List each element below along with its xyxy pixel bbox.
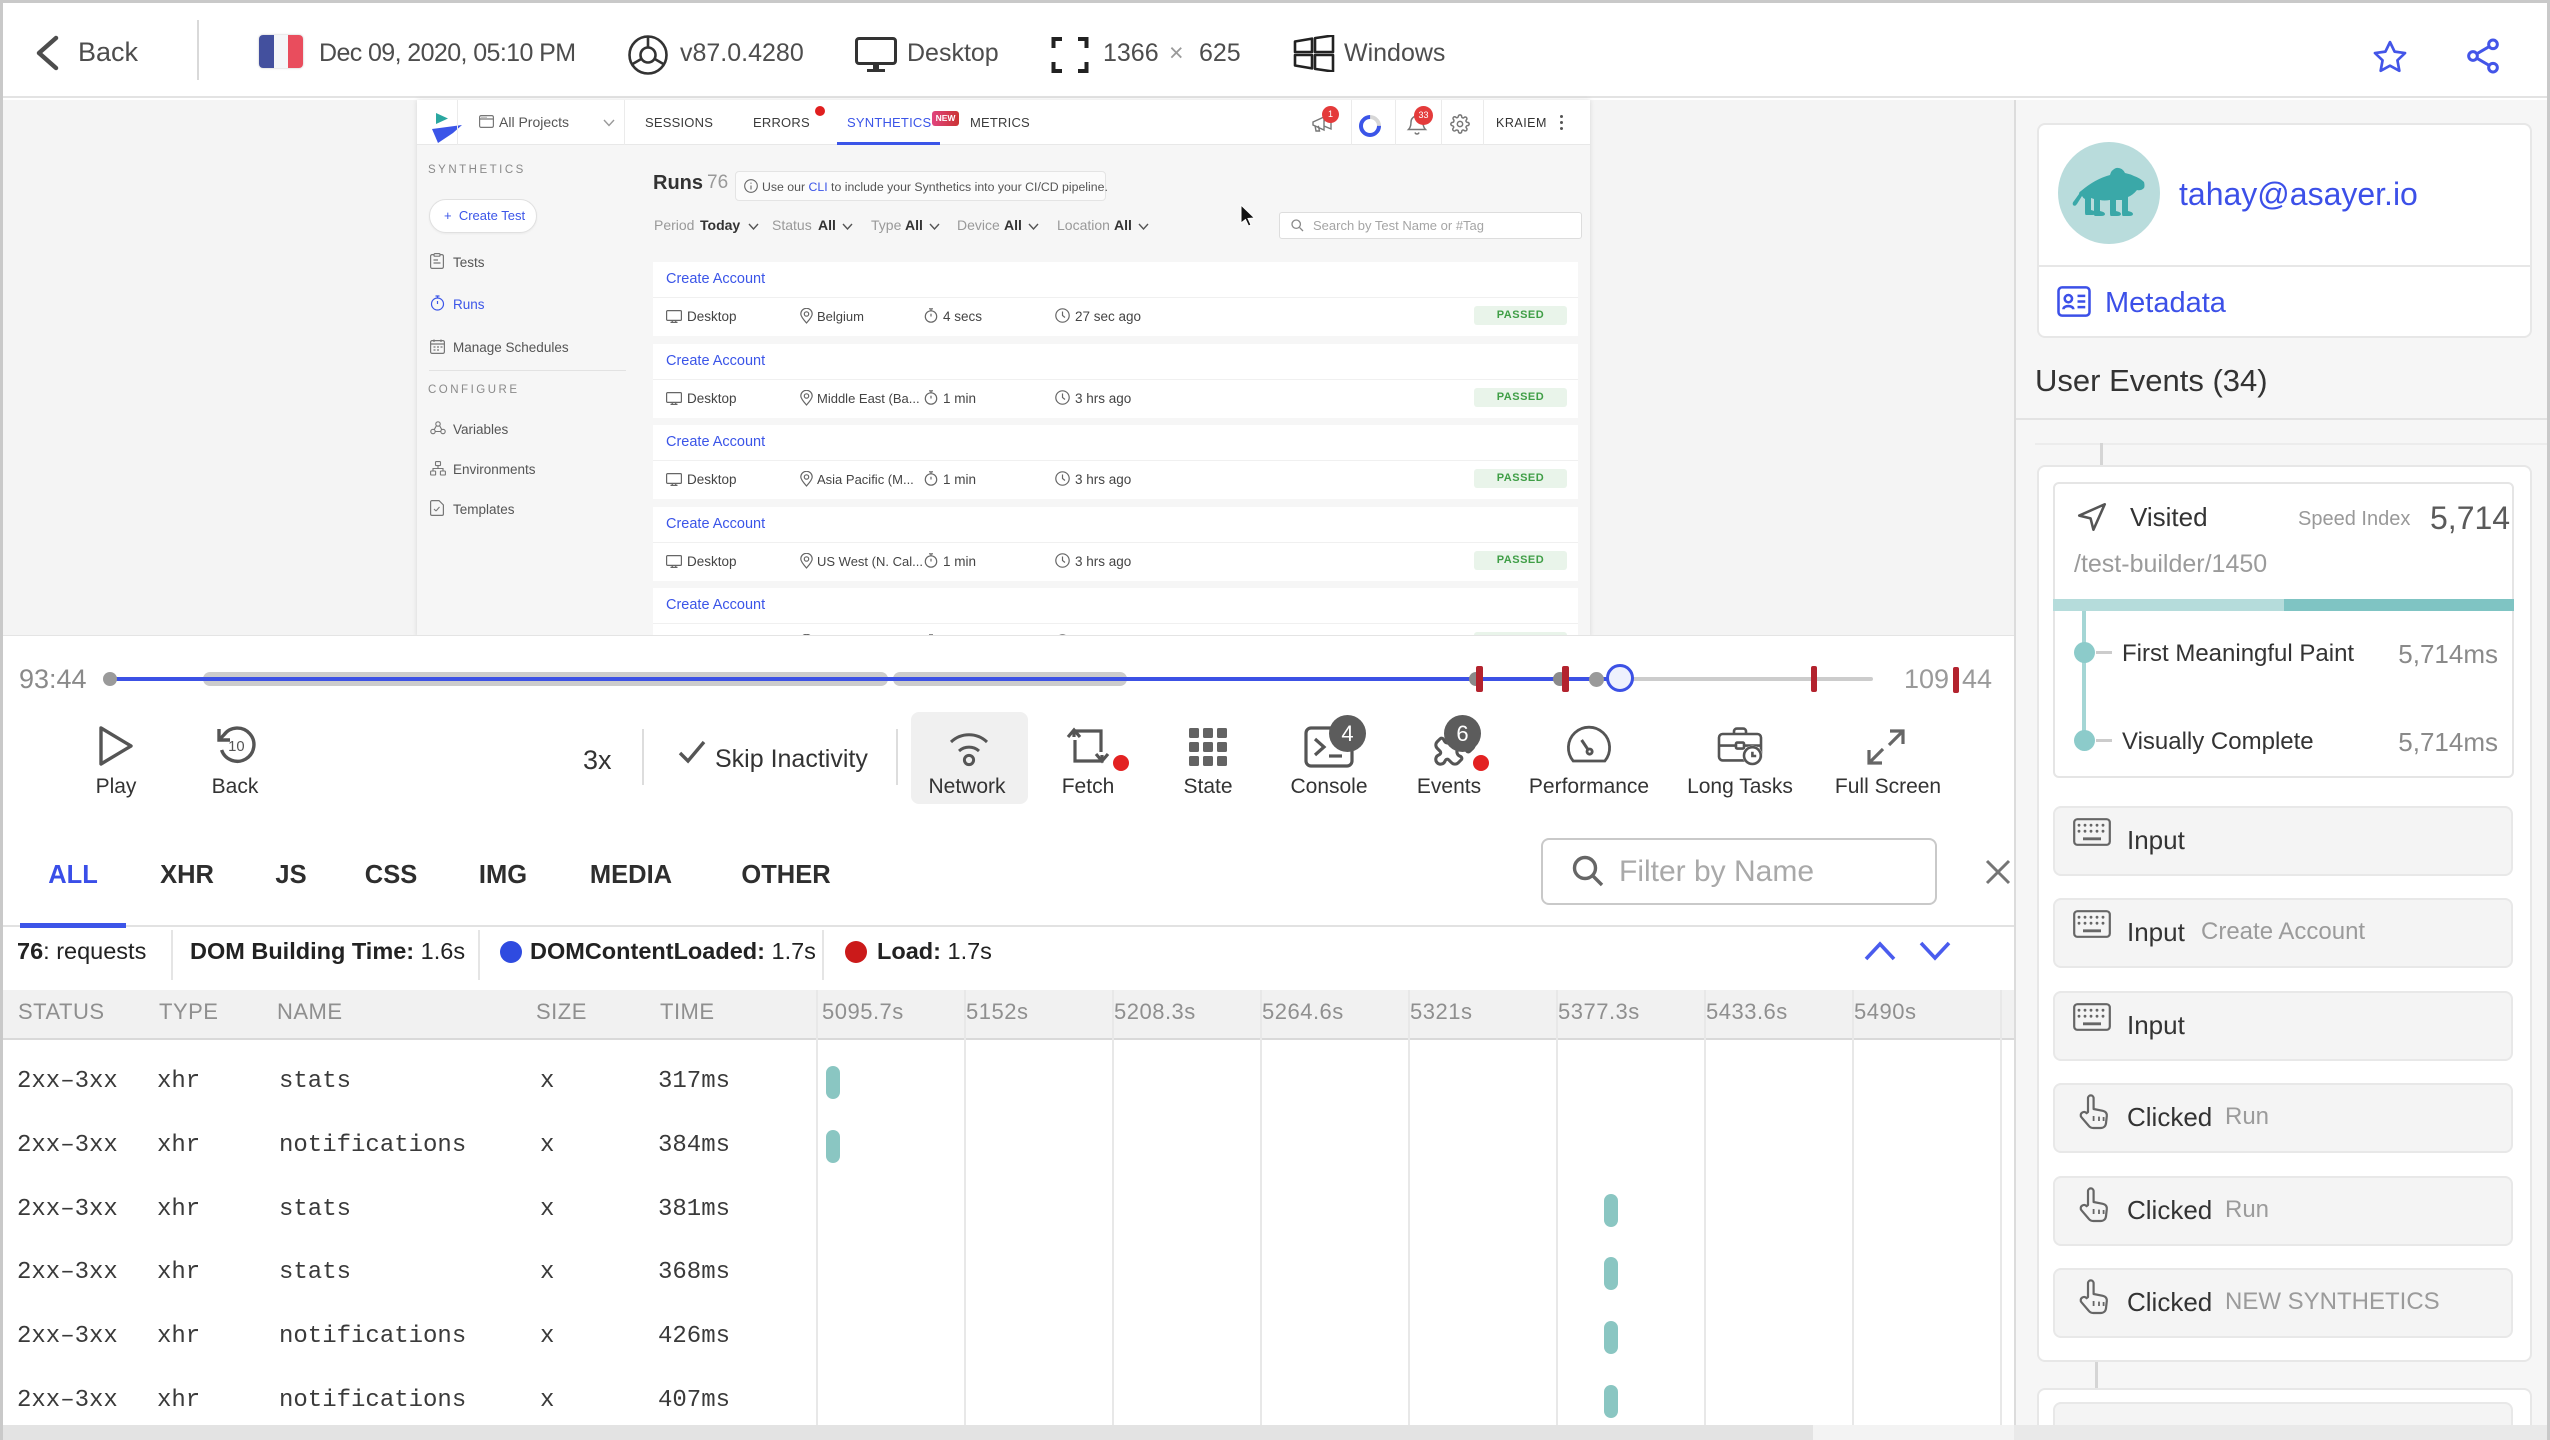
svg-text:10: 10 (228, 739, 244, 755)
